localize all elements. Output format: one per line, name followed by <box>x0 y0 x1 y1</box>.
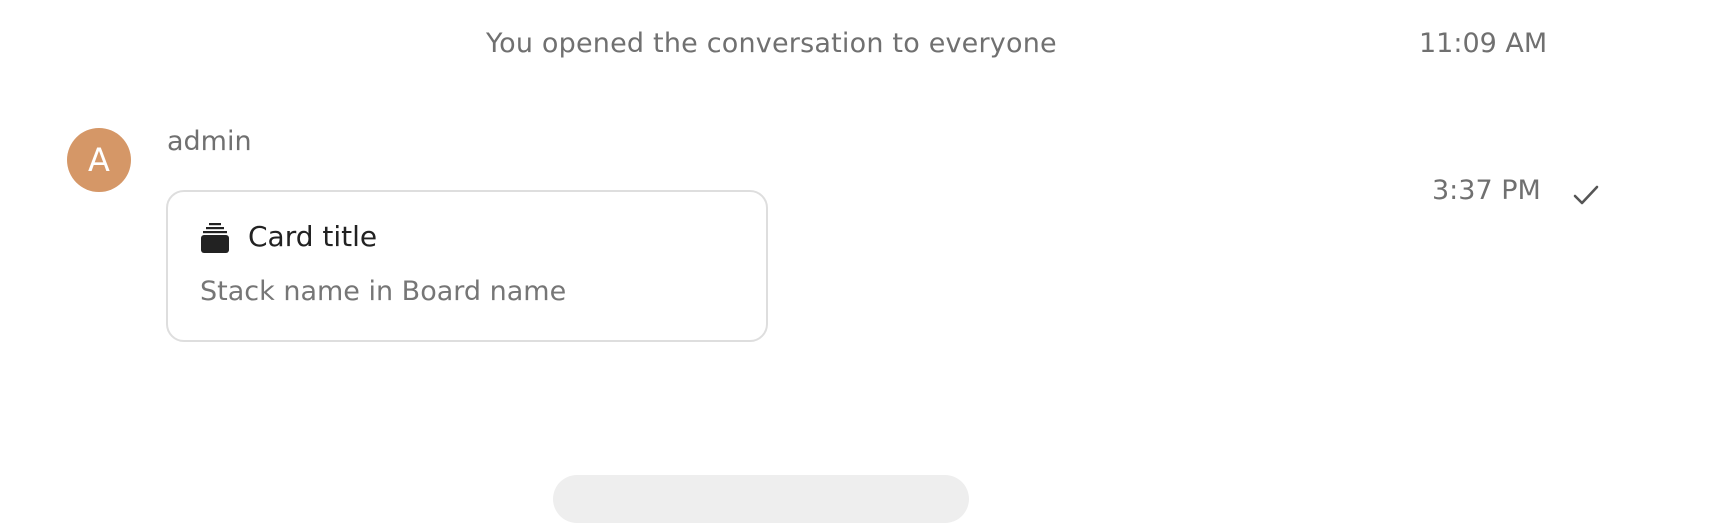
scroll-to-bottom-pill[interactable] <box>553 475 969 523</box>
card-title: Card title <box>248 220 378 253</box>
avatar[interactable]: A <box>67 128 131 192</box>
avatar-initial: A <box>88 141 110 179</box>
message-author[interactable]: admin <box>167 126 252 157</box>
check-icon <box>1573 185 1599 205</box>
card-subtitle: Stack name in Board name <box>200 276 567 307</box>
system-message-text: You opened the conversation to everyone <box>486 28 1057 59</box>
system-message: You opened the conversation to everyone … <box>0 22 1718 66</box>
system-message-time: 11:09 AM <box>1419 28 1548 59</box>
deck-card[interactable]: Card title Stack name in Board name <box>166 190 768 342</box>
message-time: 3:37 PM <box>1432 175 1541 206</box>
deck-icon <box>201 223 229 253</box>
chat-message: A admin 3:37 PM Card title Stack name in… <box>0 120 1718 360</box>
